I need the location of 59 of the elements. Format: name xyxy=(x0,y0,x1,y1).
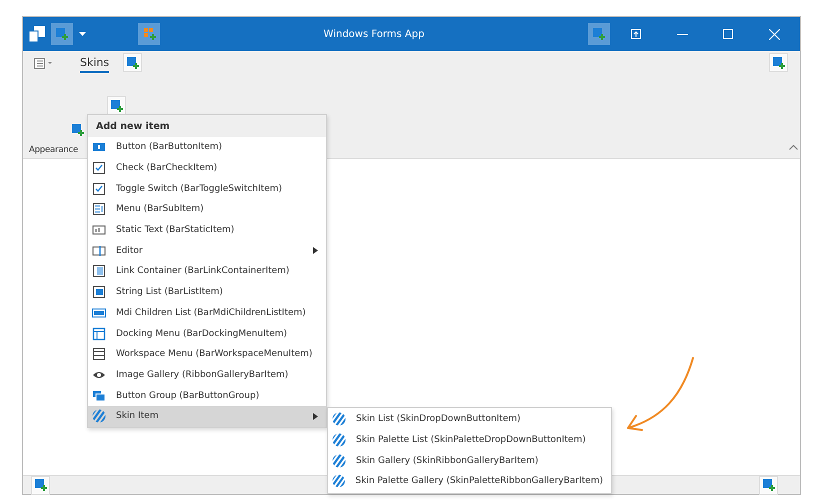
striped-circle-icon xyxy=(92,409,106,424)
grid-add-icon xyxy=(142,27,156,41)
restore-icon xyxy=(631,29,641,39)
add-item-icon xyxy=(126,56,138,68)
group-label: Appearance xyxy=(29,145,78,155)
text-box-icon xyxy=(92,223,106,238)
menu-item[interactable]: String List (BarListItem) xyxy=(88,282,326,302)
collapse-icon[interactable] xyxy=(789,144,798,150)
striped-circle-icon xyxy=(332,433,346,448)
dropdown-arrow-icon[interactable] xyxy=(79,32,86,36)
menu-item[interactable]: Menu (BarSubItem) xyxy=(88,199,326,220)
menu-item[interactable]: Editor xyxy=(88,240,326,262)
window-title: Windows Forms App xyxy=(322,28,426,40)
add-status-item-button[interactable] xyxy=(31,476,50,494)
add-item-icon xyxy=(110,100,122,112)
menu-item[interactable]: Skin Palette List (SkinPaletteDropDownButtonItem) xyxy=(328,430,611,450)
add-item-icon xyxy=(593,28,605,40)
striped-circle-icon xyxy=(332,454,346,468)
list-icon xyxy=(92,264,106,278)
menu-item[interactable]: Skin Palette Gallery (SkinPaletteRibbonGalleryBarItem) xyxy=(328,471,611,492)
list-icon xyxy=(92,285,106,300)
application-menu-icon[interactable] xyxy=(34,58,54,69)
add-item-icon xyxy=(762,479,774,491)
menu-item[interactable]: Image Gallery (RibbonGalleryBarItem) xyxy=(88,364,326,386)
menu-icon xyxy=(92,202,106,216)
menu-item[interactable]: Check (BarCheckItem) xyxy=(88,158,326,178)
menu-item[interactable]: Button Group (BarButtonGroup) xyxy=(88,385,326,406)
window-list-icon xyxy=(92,306,106,320)
add-page-button[interactable] xyxy=(769,53,788,72)
add-item-icon xyxy=(772,56,784,68)
menu-item[interactable]: Mdi Children List (BarMdiChildrenListItem) xyxy=(88,302,326,324)
checkbox-icon xyxy=(92,182,106,196)
add-item-icon xyxy=(34,479,46,491)
menu-item[interactable]: Skin List (SkinDropDownButtonItem) xyxy=(328,409,611,430)
window-icon xyxy=(92,326,106,341)
menu-item[interactable]: Button (BarButtonItem) xyxy=(88,137,326,158)
menu-item[interactable]: Workspace Menu (BarWorkspaceMenuItem) xyxy=(88,344,326,365)
striped-circle-icon xyxy=(332,412,346,426)
add-group-button[interactable] xyxy=(107,96,126,115)
menu-item[interactable]: Link Container (BarLinkContainerItem) xyxy=(88,261,326,282)
add-tab-button[interactable] xyxy=(123,53,142,72)
add-item-icon xyxy=(56,28,68,40)
menu-item[interactable]: Static Text (BarStaticItem) xyxy=(88,220,326,240)
close-icon xyxy=(768,28,780,40)
checkbox-icon xyxy=(92,161,106,176)
add-status-item-button[interactable] xyxy=(759,476,778,494)
menu-item[interactable]: Skin Gallery (SkinRibbonGalleryBarItem) xyxy=(328,450,611,472)
maximize-icon xyxy=(723,29,733,39)
menu-item[interactable]: Docking Menu (BarDockingMenuItem) xyxy=(88,323,326,344)
menu-item[interactable]: Toggle Switch (BarToggleSwitchItem) xyxy=(88,178,326,200)
window-icon xyxy=(92,347,106,362)
add-item-icon xyxy=(72,124,84,136)
text-cursor-icon xyxy=(92,244,106,258)
menu-header: Add new item xyxy=(88,115,326,137)
app-logo-icon xyxy=(29,26,45,42)
ribbon-tab[interactable]: Skins xyxy=(80,56,110,73)
menu-item[interactable]: Skin Item xyxy=(88,406,326,427)
stacked-windows-icon xyxy=(92,388,106,403)
striped-circle-icon xyxy=(332,474,346,488)
